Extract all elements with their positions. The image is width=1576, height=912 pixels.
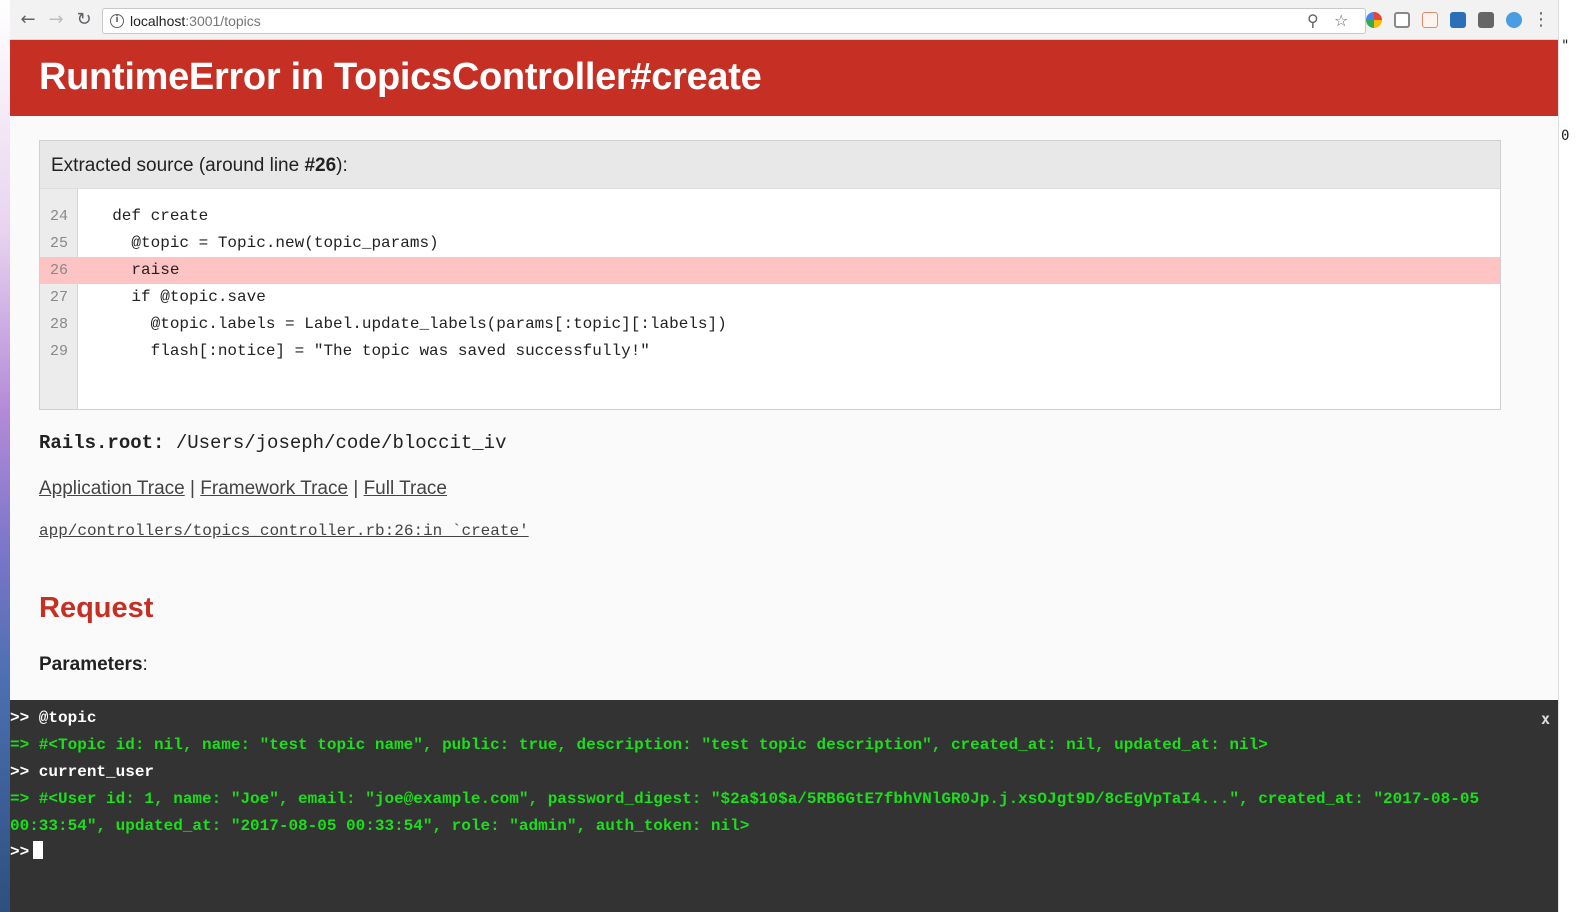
- source-header-suffix: ):: [336, 155, 348, 176]
- edge-glyph-zero: 0: [1561, 128, 1570, 144]
- parameters-label-text: Parameters: [39, 654, 143, 675]
- url-text[interactable]: localhost:3001/topics: [130, 13, 261, 29]
- line-number: 25: [49, 235, 68, 252]
- code-line: 24 def create: [40, 203, 1500, 230]
- extension-dots-icon[interactable]: [1478, 12, 1494, 28]
- source-header-line: #26: [304, 155, 337, 176]
- text-cursor: [33, 841, 44, 859]
- full-trace-link[interactable]: Full Trace: [364, 478, 447, 499]
- extension-blue-icon[interactable]: [1506, 12, 1522, 28]
- code-text: flash[:notice] = "The topic was saved su…: [93, 342, 650, 360]
- back-icon[interactable]: ←: [18, 10, 38, 30]
- desktop-wallpaper: [0, 0, 10, 912]
- line-number: 27: [49, 289, 68, 306]
- bookmark-star-icon[interactable]: ☆: [1334, 11, 1348, 30]
- source-header: Extracted source (around line #26):: [40, 141, 1500, 189]
- source-header-prefix: Extracted source (around line: [51, 155, 305, 176]
- extension-cast-icon[interactable]: [1394, 12, 1410, 28]
- background-window-edge: " 0: [1558, 0, 1576, 912]
- rails-root-path: /Users/joseph/code/bloccit_iv: [175, 432, 507, 454]
- close-icon[interactable]: x: [1541, 710, 1550, 728]
- trace-tabs: Application Trace | Framework Trace | Fu…: [39, 478, 447, 500]
- extracted-source-box: Extracted source (around line #26): 24 d…: [39, 140, 1501, 410]
- line-number: 26: [49, 262, 68, 279]
- web-console[interactable]: x >> @topic => #<Topic id: nil, name: "te…: [10, 700, 1558, 912]
- code-text: raise: [93, 261, 180, 279]
- console-command: >> @topic: [10, 709, 97, 727]
- code-text: if @topic.save: [93, 288, 266, 306]
- console-result: => #<User id: 1, name: "Joe", email: "jo…: [10, 790, 1480, 835]
- line-number: 28: [49, 316, 68, 333]
- code-text: def create: [93, 207, 209, 225]
- edge-glyph-quote: ": [1561, 38, 1570, 54]
- trace-line-link[interactable]: app/controllers/topics_controller.rb:26:…: [39, 522, 529, 540]
- code-lines: 24 def create 25 @topic = Topic.new(topic…: [40, 203, 1500, 365]
- url-path: :3001/topics: [185, 13, 261, 29]
- page-title: RuntimeError in TopicsController#create: [39, 56, 762, 98]
- line-number: 24: [49, 208, 68, 225]
- info-icon[interactable]: i: [110, 14, 124, 28]
- parameters-label: Parameters:: [39, 654, 148, 676]
- code-line: 29 flash[:notice] = "The topic was saved…: [40, 338, 1500, 365]
- extension-color-icon[interactable]: [1366, 12, 1382, 28]
- code-line: 25 @topic = Topic.new(topic_params): [40, 230, 1500, 257]
- url-host: localhost: [130, 13, 186, 29]
- trace-separator: |: [184, 478, 201, 499]
- reload-icon[interactable]: ↻: [74, 10, 94, 30]
- console-result: => #<Topic id: nil, name: "test topic na…: [10, 736, 1268, 754]
- parameters-label-colon: :: [142, 654, 148, 675]
- application-trace-link[interactable]: Application Trace: [39, 478, 185, 499]
- rails-root-label: Rails.root:: [39, 432, 165, 454]
- error-header: RuntimeError in TopicsController#create: [10, 40, 1558, 116]
- address-bar[interactable]: i localhost:3001/topics ⚲ ☆: [102, 8, 1366, 34]
- zoom-icon[interactable]: ⚲: [1307, 11, 1319, 30]
- rails-root: Rails.root: /Users/joseph/code/bloccit_i…: [39, 432, 506, 454]
- console-command: >> current_user: [10, 763, 155, 781]
- trace-separator: |: [348, 478, 364, 499]
- code-text: @topic = Topic.new(topic_params): [93, 234, 439, 252]
- console-prompt[interactable]: >>: [10, 839, 44, 866]
- extension-reader-icon[interactable]: [1450, 12, 1466, 28]
- code-text: @topic.labels = Label.update_labels(para…: [93, 315, 727, 333]
- kebab-menu-icon[interactable]: ⋮: [1532, 10, 1550, 30]
- prompt-symbol: >>: [10, 843, 30, 861]
- code-line: 27 if @topic.save: [40, 284, 1500, 311]
- framework-trace-link[interactable]: Framework Trace: [200, 478, 348, 499]
- extension-notes-icon[interactable]: [1422, 12, 1438, 28]
- line-number: 29: [49, 343, 68, 360]
- browser-toolbar: ← → ↻ i localhost:3001/topics ⚲ ☆ ⋮: [10, 0, 1558, 40]
- code-line: 28 @topic.labels = Label.update_labels(p…: [40, 311, 1500, 338]
- forward-icon[interactable]: →: [46, 10, 66, 30]
- browser-window: ← → ↻ i localhost:3001/topics ⚲ ☆ ⋮ Runt…: [10, 0, 1558, 912]
- request-heading: Request: [39, 592, 154, 624]
- code-line-highlighted: 26 raise: [40, 257, 1500, 284]
